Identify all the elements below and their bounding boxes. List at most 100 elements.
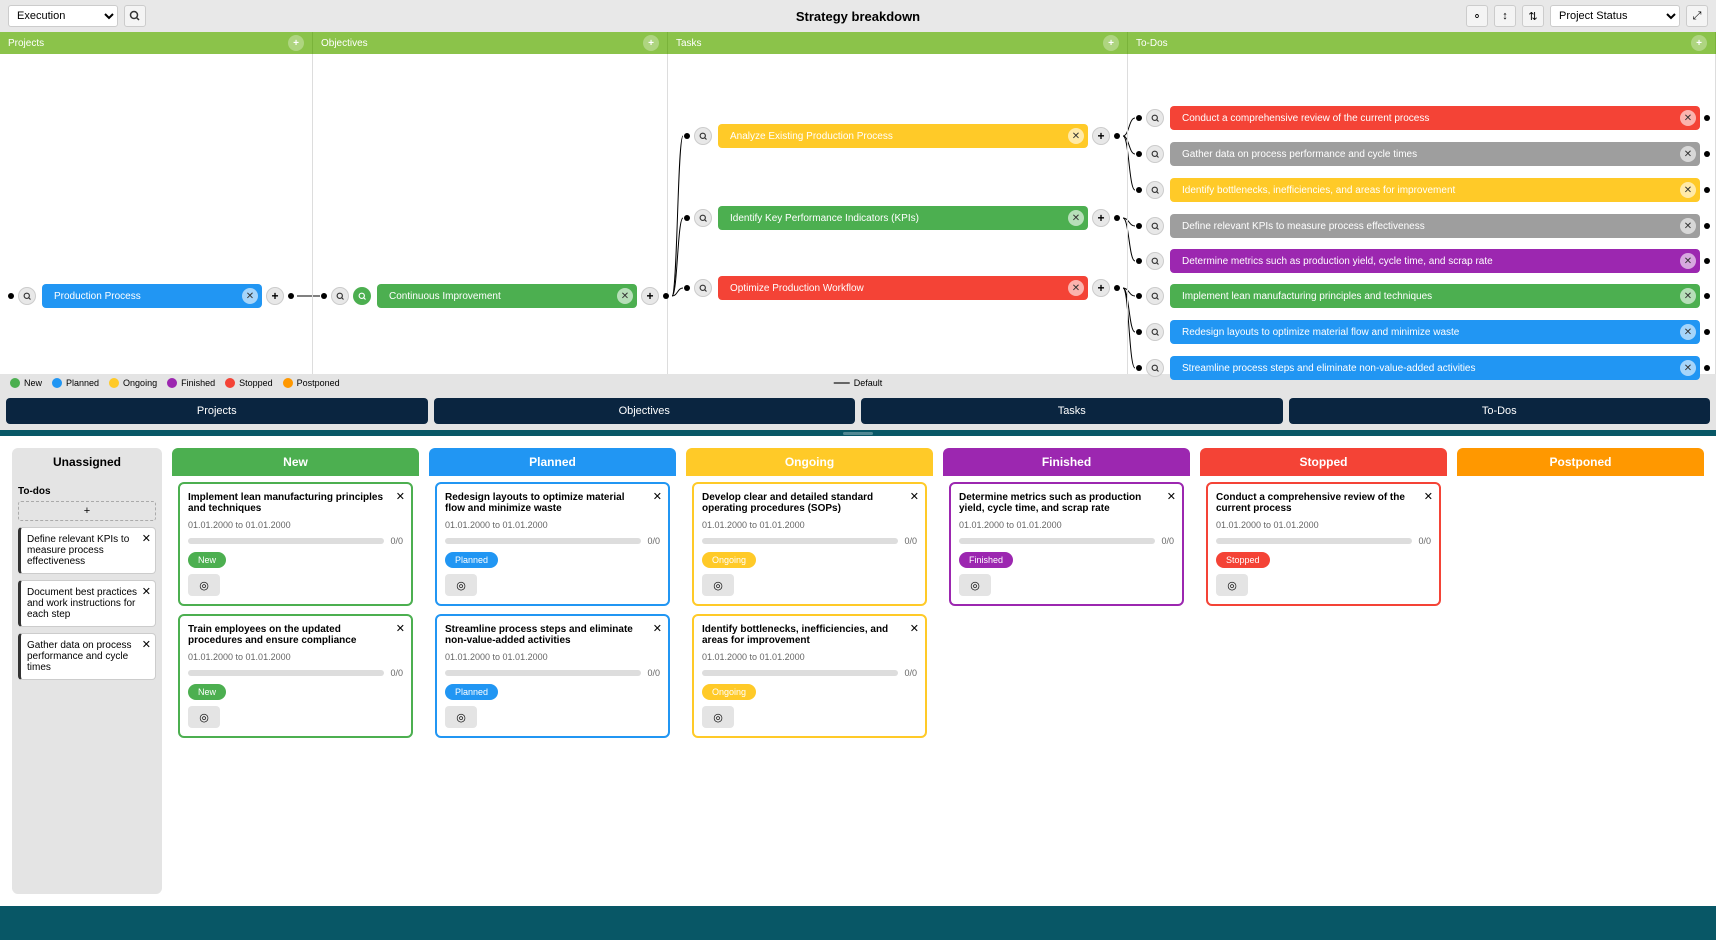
card-date: 01.01.2000 to 01.01.2000: [445, 520, 660, 530]
node-pill[interactable]: Production Process ✕: [42, 284, 262, 308]
todo-pill[interactable]: Streamline process steps and eliminate n…: [1170, 356, 1700, 380]
todo-pill[interactable]: Conduct a comprehensive review of the cu…: [1170, 106, 1700, 130]
add-child-icon[interactable]: +: [641, 287, 659, 305]
close-icon[interactable]: ✕: [910, 490, 919, 503]
add-child-icon[interactable]: +: [1092, 209, 1110, 227]
unassigned-card[interactable]: Document best practices and work instruc…: [18, 580, 156, 627]
close-icon[interactable]: ✕: [396, 622, 405, 635]
todo-pill[interactable]: Determine metrics such as production yie…: [1170, 249, 1700, 273]
target-icon[interactable]: ◎: [702, 706, 734, 728]
progress-text: 0/0: [390, 536, 403, 546]
connector-dot-out: [288, 293, 294, 299]
unassigned-column: Unassigned To-dos + Define relevant KPIs…: [12, 448, 162, 894]
category-tab-projects[interactable]: Projects: [6, 398, 428, 424]
branch-icon[interactable]: ↕: [1494, 5, 1516, 27]
add-icon[interactable]: +: [643, 35, 659, 51]
close-icon[interactable]: ✕: [1167, 490, 1176, 503]
kanban-card[interactable]: Implement lean manufacturing principles …: [178, 482, 413, 606]
close-icon[interactable]: ✕: [1424, 490, 1433, 503]
target-icon[interactable]: ◎: [188, 574, 220, 596]
close-icon[interactable]: ✕: [910, 622, 919, 635]
close-icon[interactable]: ✕: [1068, 128, 1084, 144]
view-selector[interactable]: Execution: [8, 5, 118, 27]
hierarchy-icon[interactable]: ⚬: [1466, 5, 1488, 27]
zoom-icon[interactable]: [1146, 287, 1164, 305]
add-icon[interactable]: +: [288, 35, 304, 51]
close-icon[interactable]: ✕: [1680, 110, 1696, 126]
todo-pill[interactable]: Define relevant KPIs to measure process …: [1170, 214, 1700, 238]
close-icon[interactable]: ✕: [1680, 288, 1696, 304]
close-icon[interactable]: ✕: [1680, 324, 1696, 340]
close-icon[interactable]: ✕: [142, 638, 151, 651]
zoom-icon[interactable]: [1146, 145, 1164, 163]
target-icon[interactable]: ◎: [188, 706, 220, 728]
node-label: Identify Key Performance Indicators (KPI…: [730, 213, 919, 224]
close-icon[interactable]: ✕: [1680, 182, 1696, 198]
zoom-icon[interactable]: [1146, 217, 1164, 235]
objective-icon[interactable]: [353, 287, 371, 305]
close-icon[interactable]: ✕: [653, 622, 662, 635]
status-selector[interactable]: Project Status: [1550, 5, 1680, 27]
node-pill[interactable]: Analyze Existing Production Process ✕: [718, 124, 1088, 148]
close-icon[interactable]: ✕: [1680, 360, 1696, 376]
zoom-icon[interactable]: [331, 287, 349, 305]
search-icon[interactable]: [124, 5, 146, 27]
zoom-icon[interactable]: [18, 287, 36, 305]
expand-icon[interactable]: ⤢: [1686, 5, 1708, 27]
zoom-icon[interactable]: [1146, 359, 1164, 377]
add-icon[interactable]: +: [1103, 35, 1119, 51]
legend-dot: [52, 378, 62, 388]
close-icon[interactable]: ✕: [242, 288, 258, 304]
add-icon[interactable]: +: [1691, 35, 1707, 51]
add-unassigned-button[interactable]: +: [18, 501, 156, 521]
category-tab-to-dos[interactable]: To-Dos: [1289, 398, 1711, 424]
close-icon[interactable]: ✕: [142, 585, 151, 598]
close-icon[interactable]: ✕: [1068, 280, 1084, 296]
zoom-icon[interactable]: [1146, 181, 1164, 199]
sort-icon[interactable]: ⇅: [1522, 5, 1544, 27]
node-pill[interactable]: Continuous Improvement ✕: [377, 284, 637, 308]
zoom-icon[interactable]: [694, 209, 712, 227]
kanban-card[interactable]: Conduct a comprehensive review of the cu…: [1206, 482, 1441, 606]
kanban-card[interactable]: Streamline process steps and eliminate n…: [435, 614, 670, 738]
node-pill[interactable]: Identify Key Performance Indicators (KPI…: [718, 206, 1088, 230]
target-icon[interactable]: ◎: [702, 574, 734, 596]
zoom-icon[interactable]: [1146, 323, 1164, 341]
zoom-icon[interactable]: [1146, 252, 1164, 270]
connector-dot-out: [1704, 365, 1710, 371]
kanban-card[interactable]: Determine metrics such as production yie…: [949, 482, 1184, 606]
unassigned-card[interactable]: Gather data on process performance and c…: [18, 633, 156, 680]
target-icon[interactable]: ◎: [1216, 574, 1248, 596]
todo-pill[interactable]: Gather data on process performance and c…: [1170, 142, 1700, 166]
close-icon[interactable]: ✕: [617, 288, 633, 304]
close-icon[interactable]: ✕: [1680, 218, 1696, 234]
todo-pill[interactable]: Implement lean manufacturing principles …: [1170, 284, 1700, 308]
category-tab-objectives[interactable]: Objectives: [434, 398, 856, 424]
close-icon[interactable]: ✕: [142, 532, 151, 545]
target-icon[interactable]: ◎: [445, 706, 477, 728]
target-icon[interactable]: ◎: [959, 574, 991, 596]
unassigned-card[interactable]: Define relevant KPIs to measure process …: [18, 527, 156, 574]
add-child-icon[interactable]: +: [1092, 127, 1110, 145]
close-icon[interactable]: ✕: [653, 490, 662, 503]
zoom-icon[interactable]: [694, 127, 712, 145]
lane-title: Tasks: [676, 38, 702, 49]
close-icon[interactable]: ✕: [396, 490, 405, 503]
close-icon[interactable]: ✕: [1680, 146, 1696, 162]
category-tab-tasks[interactable]: Tasks: [861, 398, 1283, 424]
close-icon[interactable]: ✕: [1680, 253, 1696, 269]
kanban-card[interactable]: Train employees on the updated procedure…: [178, 614, 413, 738]
node-pill[interactable]: Optimize Production Workflow ✕: [718, 276, 1088, 300]
kanban-card[interactable]: Identify bottlenecks, inefficiencies, an…: [692, 614, 927, 738]
add-child-icon[interactable]: +: [266, 287, 284, 305]
todo-pill[interactable]: Identify bottlenecks, inefficiencies, an…: [1170, 178, 1700, 202]
todo-pill[interactable]: Redesign layouts to optimize material fl…: [1170, 320, 1700, 344]
zoom-icon[interactable]: [694, 279, 712, 297]
kanban-card[interactable]: Develop clear and detailed standard oper…: [692, 482, 927, 606]
add-child-icon[interactable]: +: [1092, 279, 1110, 297]
connector-dot: [684, 215, 690, 221]
zoom-icon[interactable]: [1146, 109, 1164, 127]
close-icon[interactable]: ✕: [1068, 210, 1084, 226]
target-icon[interactable]: ◎: [445, 574, 477, 596]
kanban-card[interactable]: Redesign layouts to optimize material fl…: [435, 482, 670, 606]
